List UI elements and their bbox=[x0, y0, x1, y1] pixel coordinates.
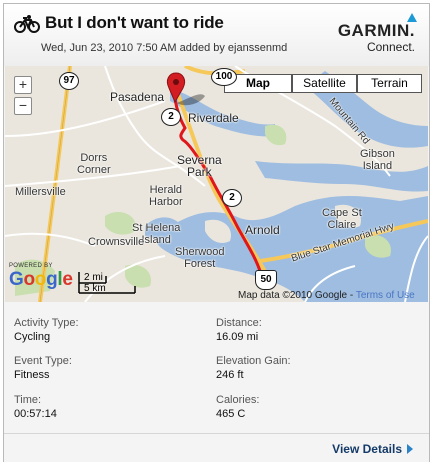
stat-time-value: 00:57:14 bbox=[14, 408, 57, 420]
activity-stats: Activity Type: Cycling Distance: 16.09 m… bbox=[4, 302, 429, 432]
stat-elevation-gain-value: 246 ft bbox=[216, 369, 244, 381]
stat-elevation-gain: Elevation Gain: 246 ft bbox=[216, 354, 291, 382]
terms-of-use-link[interactable]: Terms of Use bbox=[356, 290, 415, 301]
stat-event-type: Event Type: Fitness bbox=[14, 354, 72, 382]
place-sherwood-forest: Sherwood Forest bbox=[175, 246, 225, 270]
place-dorrs-corner: Dorrs Corner bbox=[77, 152, 111, 176]
place-gibson-island: Gibson Island bbox=[360, 148, 395, 172]
view-details-label: View Details bbox=[332, 442, 402, 456]
place-pasadena: Pasadena bbox=[110, 90, 165, 104]
google-wordmark: Google bbox=[9, 269, 73, 290]
bicycle-icon bbox=[14, 15, 40, 33]
map-type-satellite-button[interactable]: Satellite bbox=[292, 74, 357, 93]
zoom-controls: + − bbox=[14, 76, 34, 118]
map-copyright: Map data ©2010 Google - Terms of Use bbox=[238, 290, 415, 301]
stat-calories-label: Calories: bbox=[216, 394, 260, 406]
garmin-triangle-icon bbox=[407, 13, 417, 22]
route-2-shield-north: 2 bbox=[161, 108, 181, 126]
garmin-connect-logo[interactable]: GARMIN. Connect. bbox=[337, 13, 417, 54]
stat-activity-type-value: Cycling bbox=[14, 331, 51, 343]
zoom-out-button[interactable]: − bbox=[14, 97, 32, 115]
stat-time: Time: 00:57:14 bbox=[14, 393, 57, 421]
card-footer: View Details bbox=[4, 433, 429, 462]
us-50-shield: 50 bbox=[255, 270, 277, 290]
place-crownsville: Crownsville bbox=[88, 236, 145, 248]
chevron-right-icon bbox=[407, 444, 413, 454]
brand-name: GARMIN. bbox=[337, 21, 415, 40]
stat-distance-value: 16.09 mi bbox=[216, 331, 259, 343]
scale-kilometers: 5 km bbox=[84, 283, 106, 294]
activity-card: But I don't want to ride Wed, Jun 23, 20… bbox=[3, 3, 430, 462]
stat-calories: Calories: 465 C bbox=[216, 393, 259, 421]
place-cape-st-claire: Cape St Claire bbox=[322, 207, 362, 231]
route-100-shield: 100 bbox=[211, 68, 237, 86]
place-millersville: Millersville bbox=[15, 186, 66, 198]
google-logo[interactable]: POWERED BY Google bbox=[9, 263, 73, 291]
map-data-attribution: Map data ©2010 Google - bbox=[238, 290, 356, 301]
stat-event-type-value: Fitness bbox=[14, 369, 50, 381]
activity-subtitle: Wed, Jun 23, 2010 7:50 AM added by ejans… bbox=[41, 42, 288, 54]
view-details-link[interactable]: View Details bbox=[332, 442, 413, 456]
stat-event-type-label: Event Type: bbox=[14, 355, 72, 367]
activity-title: But I don't want to ride bbox=[45, 13, 224, 32]
stat-distance: Distance: 16.09 mi bbox=[216, 316, 262, 344]
stat-calories-value: 465 C bbox=[216, 408, 246, 420]
activity-header: But I don't want to ride Wed, Jun 23, 20… bbox=[4, 4, 429, 66]
zoom-in-button[interactable]: + bbox=[14, 76, 32, 94]
place-riverdale: Riverdale bbox=[188, 111, 239, 125]
stat-activity-type-label: Activity Type: bbox=[14, 317, 79, 329]
place-arnold: Arnold bbox=[245, 223, 280, 237]
route-2-shield-mid: 2 bbox=[222, 189, 242, 207]
stat-activity-type: Activity Type: Cycling bbox=[14, 316, 79, 344]
stat-elevation-gain-label: Elevation Gain: bbox=[216, 355, 291, 367]
route-map[interactable]: + − Map Satellite Terrain 97 100 2 2 2 5… bbox=[5, 66, 428, 302]
place-herald-harbor: Herald Harbor bbox=[149, 184, 183, 208]
brand-sub: Connect. bbox=[366, 40, 415, 54]
stat-time-label: Time: bbox=[14, 394, 42, 406]
stat-distance-label: Distance: bbox=[216, 317, 262, 329]
route-97-shield: 97 bbox=[59, 72, 79, 90]
map-type-terrain-button[interactable]: Terrain bbox=[357, 74, 422, 93]
scale-miles: 2 mi bbox=[84, 272, 103, 283]
place-severna-park: Severna Park bbox=[177, 153, 222, 179]
map-scale: 2 mi 5 km bbox=[78, 272, 136, 294]
